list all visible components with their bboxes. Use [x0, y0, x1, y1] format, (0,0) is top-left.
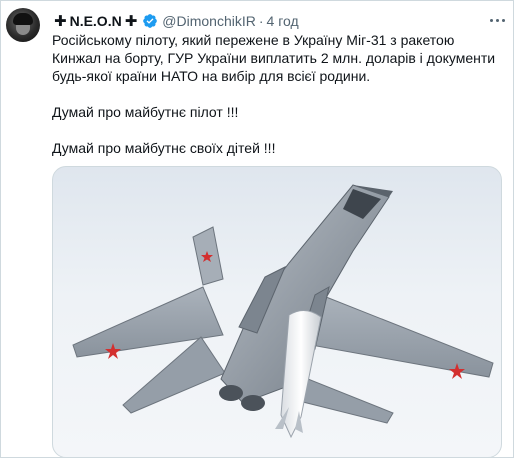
- tweet-paragraph: Думай про майбутнє своїх дітей !!!: [52, 140, 276, 156]
- tweet-paragraph: Російському пілоту, який пережене в Укра…: [52, 32, 496, 84]
- tweet-header: ✚ N.E.O.N ✚ @DimonchikIR · 4 год: [52, 12, 299, 30]
- jet-illustration: [72, 184, 494, 439]
- timestamp[interactable]: 4 год: [267, 13, 299, 29]
- more-dot: [489, 18, 493, 22]
- more-icon[interactable]: [488, 12, 506, 28]
- author-display-name[interactable]: N.E.O.N: [70, 13, 122, 29]
- author-handle[interactable]: @DimonchikIR: [162, 13, 256, 29]
- tweet-image[interactable]: [52, 166, 502, 458]
- engine-nozzle: [219, 385, 243, 401]
- tweet-paragraph: Думай про майбутнє пілот !!!: [52, 104, 239, 120]
- more-dot: [501, 18, 505, 22]
- left-tail: [122, 336, 226, 414]
- avatar[interactable]: [6, 8, 40, 42]
- engine-nozzle: [241, 395, 265, 411]
- tweet-text: Російському пілоту, який пережене в Укра…: [52, 31, 502, 157]
- verified-icon: [143, 14, 158, 28]
- avatar-hair: [13, 13, 33, 25]
- separator-dot: ·: [258, 13, 264, 29]
- name-suffix-cross: ✚: [124, 13, 138, 30]
- more-dot: [495, 18, 499, 22]
- right-wing: [310, 294, 494, 378]
- name-prefix-cross: ✚: [54, 13, 67, 30]
